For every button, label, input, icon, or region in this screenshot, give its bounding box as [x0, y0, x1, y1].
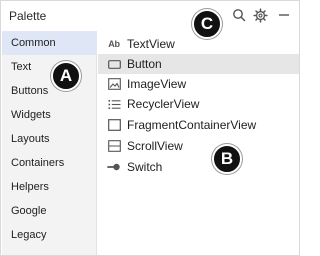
category-common[interactable]: Common [2, 31, 97, 55]
category-label: Google [11, 205, 47, 217]
widget-item-switch[interactable]: Switch [98, 157, 299, 177]
category-buttons[interactable]: Buttons [2, 79, 97, 103]
category-label: Text [11, 61, 32, 73]
widget-list: Ab TextView Button ImageView RecyclerVie… [98, 31, 299, 255]
widget-item-textview[interactable]: Ab TextView [98, 34, 299, 54]
image-icon [107, 77, 121, 91]
widget-label: TextView [127, 37, 175, 51]
widget-label: ScrollView [127, 139, 183, 153]
widget-label: Switch [127, 160, 163, 174]
category-text[interactable]: Text [2, 55, 97, 79]
widget-item-imageview[interactable]: ImageView [98, 74, 299, 94]
widget-item-button[interactable]: Button [98, 54, 299, 74]
scroll-icon [107, 139, 121, 153]
category-label: Buttons [11, 85, 49, 97]
category-label: Layouts [11, 133, 50, 145]
widget-item-recyclerview[interactable]: RecyclerView [98, 94, 299, 114]
category-helpers[interactable]: Helpers [2, 175, 97, 199]
callout-badge-c: C [192, 9, 222, 39]
palette-header: Palette [1, 1, 299, 29]
button-icon [107, 57, 121, 71]
text-ab-glyph: Ab [108, 39, 120, 49]
category-layouts[interactable]: Layouts [2, 127, 97, 151]
widget-label: RecyclerView [127, 97, 200, 111]
container-icon [107, 118, 121, 132]
minimize-icon[interactable] [275, 6, 293, 24]
switch-icon [107, 160, 121, 174]
category-label: Common [11, 37, 56, 49]
search-icon[interactable] [230, 6, 248, 24]
panel-title: Palette [9, 9, 47, 23]
category-label: Helpers [11, 181, 49, 193]
widget-label: ImageView [127, 77, 187, 91]
text-ab-icon: Ab [107, 37, 121, 51]
gear-icon[interactable] [251, 6, 269, 24]
list-icon [107, 97, 121, 111]
category-label: Containers [11, 157, 65, 169]
callout-badge-b: B [212, 144, 242, 174]
callout-badge-a: A [51, 61, 81, 91]
category-legacy[interactable]: Legacy [2, 223, 97, 247]
category-widgets[interactable]: Widgets [2, 103, 97, 127]
widget-item-fragmentcontainerview[interactable]: FragmentContainerView [98, 115, 299, 135]
category-sidebar: Common Text Buttons Widgets Layouts Cont… [2, 31, 97, 255]
category-label: Widgets [11, 109, 51, 121]
widget-label: Button [127, 57, 162, 71]
widget-item-scrollview[interactable]: ScrollView [98, 136, 299, 156]
category-containers[interactable]: Containers [2, 151, 97, 175]
category-google[interactable]: Google [2, 199, 97, 223]
widget-label: FragmentContainerView [127, 118, 257, 132]
category-label: Legacy [11, 229, 47, 241]
palette-panel: Palette Common Text Buttons Widgets Layo… [0, 0, 300, 256]
